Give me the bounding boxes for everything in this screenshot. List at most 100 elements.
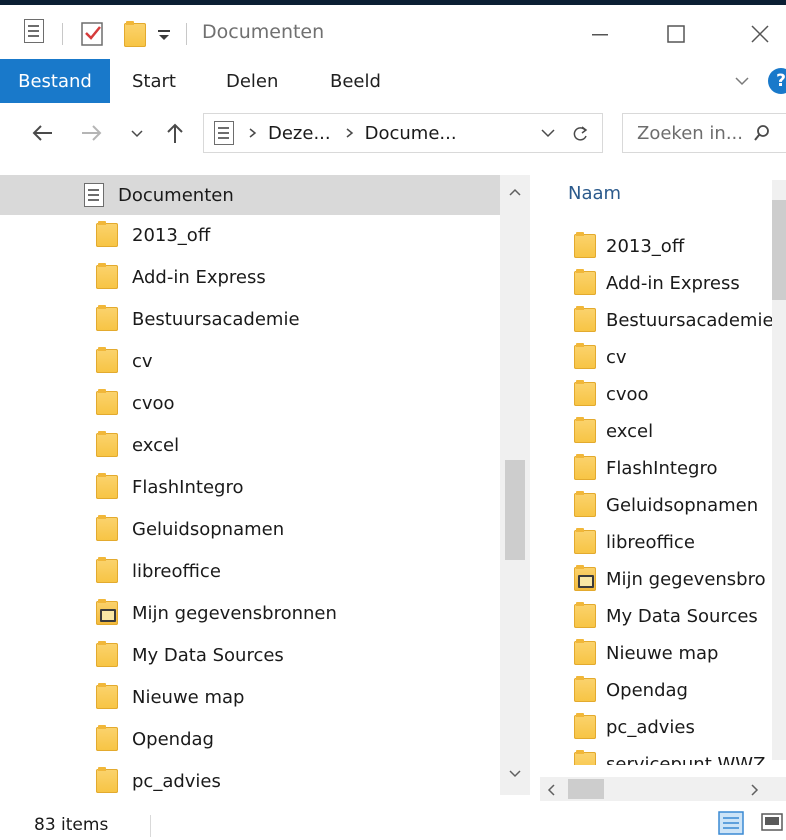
nav-item[interactable]: pc_advies: [96, 761, 221, 801]
breadcrumb-documents[interactable]: Docume...: [365, 123, 457, 144]
up-arrow-icon[interactable]: [164, 121, 186, 145]
nav-item[interactable]: Geluidsopnamen: [96, 509, 284, 549]
folder-icon: [96, 641, 118, 667]
content-scrollbar-thumb[interactable]: [772, 200, 786, 300]
nav-item-label: Bestuursacademie: [132, 308, 300, 330]
nav-item-label: 2013_off: [132, 224, 211, 246]
file-list-item[interactable]: servicepunt WWZ: [574, 747, 765, 765]
file-name: cv: [606, 346, 627, 368]
customize-toolbar-icon[interactable]: [156, 29, 172, 43]
breadcrumb-chevron-icon[interactable]: [248, 127, 258, 139]
file-name: Add-in Express: [606, 272, 740, 294]
nav-item-label: Nieuwe map: [132, 686, 245, 708]
file-list-item[interactable]: cvoo: [574, 377, 649, 411]
large-icons-view-icon[interactable]: [760, 811, 786, 835]
folder-icon: [96, 473, 118, 499]
file-list-item[interactable]: Add-in Express: [574, 266, 740, 300]
nav-item-label: Documenten: [118, 184, 234, 206]
forward-arrow-icon[interactable]: [80, 123, 104, 143]
nav-item-label: libreoffice: [132, 560, 221, 582]
file-list-item[interactable]: excel: [574, 414, 653, 448]
nav-item[interactable]: Mijn gegevensbronnen: [96, 593, 337, 633]
folder-icon: [96, 683, 118, 709]
data-source-folder-icon: [574, 565, 596, 591]
maximize-button[interactable]: [656, 17, 696, 51]
nav-item[interactable]: excel: [96, 425, 179, 465]
file-name: cvoo: [606, 383, 649, 405]
nav-item-label: pc_advies: [132, 770, 221, 792]
status-separator: [150, 815, 151, 837]
file-list-item[interactable]: Mijn gegevensbro: [574, 562, 766, 596]
address-bar[interactable]: Deze... Docume...: [203, 113, 603, 153]
scroll-left-icon[interactable]: [546, 783, 556, 797]
nav-item[interactable]: Bestuursacademie: [96, 299, 300, 339]
folder-icon: [96, 389, 118, 415]
content-horizontal-scrollbar[interactable]: [540, 777, 786, 801]
scroll-down-icon[interactable]: [508, 769, 522, 779]
refresh-icon[interactable]: [570, 124, 590, 144]
file-list-item[interactable]: FlashIntegro: [574, 451, 717, 485]
documents-app-icon[interactable]: [24, 19, 44, 43]
nav-item[interactable]: cvoo: [96, 383, 175, 423]
file-list-item[interactable]: cv: [574, 340, 627, 374]
search-box[interactable]: Zoeken in...: [622, 113, 786, 153]
folder-icon: [574, 269, 596, 295]
close-button[interactable]: [740, 17, 780, 51]
new-folder-icon[interactable]: [124, 21, 146, 47]
column-header-name[interactable]: Naam: [568, 183, 621, 204]
folder-icon: [574, 454, 596, 480]
folder-icon: [574, 491, 596, 517]
nav-item-documenten[interactable]: Documenten: [0, 175, 500, 215]
file-list-item[interactable]: 2013_off: [574, 229, 684, 263]
nav-item[interactable]: 2013_off: [96, 215, 210, 255]
recent-locations-chevron-icon[interactable]: [130, 129, 144, 139]
search-icon[interactable]: [753, 124, 771, 142]
folder-icon: [96, 767, 118, 793]
back-arrow-icon[interactable]: [30, 123, 54, 143]
nav-item[interactable]: libreoffice: [96, 551, 221, 591]
details-view-icon[interactable]: [718, 811, 744, 835]
file-list-item[interactable]: Geluidsopnamen: [574, 488, 758, 522]
tab-bestand[interactable]: Bestand: [0, 59, 110, 103]
tab-beeld[interactable]: Beeld: [330, 59, 381, 103]
nav-scrollbar[interactable]: [500, 175, 530, 795]
file-name: Geluidsopnamen: [606, 494, 759, 516]
file-name: excel: [606, 420, 654, 442]
nav-item-label: Mijn gegevensbronnen: [132, 602, 337, 624]
address-dropdown-icon[interactable]: [540, 128, 556, 140]
documents-location-icon: [214, 121, 234, 145]
tab-delen[interactable]: Delen: [226, 59, 278, 103]
properties-icon[interactable]: [80, 19, 106, 47]
scroll-up-icon[interactable]: [508, 187, 522, 197]
nav-item[interactable]: cv: [96, 341, 153, 381]
content-vertical-scrollbar[interactable]: [772, 180, 786, 760]
file-list-item[interactable]: Nieuwe map: [574, 636, 718, 670]
help-icon[interactable]: ?: [768, 68, 786, 94]
file-name: Nieuwe map: [606, 642, 719, 664]
minimize-button[interactable]: [580, 17, 620, 51]
nav-scrollbar-thumb[interactable]: [505, 460, 525, 560]
nav-item-label: My Data Sources: [132, 644, 284, 666]
nav-item[interactable]: Opendag: [96, 719, 214, 759]
nav-item[interactable]: Add-in Express: [96, 257, 266, 297]
horizontal-scrollbar-thumb[interactable]: [568, 779, 604, 799]
file-name: Opendag: [606, 679, 688, 701]
folder-icon: [96, 221, 118, 247]
file-list-item[interactable]: Bestuursacademie: [574, 303, 774, 337]
folder-icon: [96, 305, 118, 331]
file-list-item[interactable]: My Data Sources: [574, 599, 758, 633]
nav-item[interactable]: My Data Sources: [96, 635, 284, 675]
breadcrumb-this-pc[interactable]: Deze...: [268, 123, 331, 144]
maximize-icon: [667, 25, 685, 43]
scroll-right-icon[interactable]: [750, 783, 760, 797]
separator: [62, 23, 63, 45]
nav-item[interactable]: FlashIntegro: [96, 467, 243, 507]
file-list-item[interactable]: pc_advies: [574, 710, 695, 744]
expand-ribbon-icon[interactable]: [734, 76, 750, 88]
folder-icon: [574, 380, 596, 406]
file-list-item[interactable]: libreoffice: [574, 525, 695, 559]
file-list-item[interactable]: Opendag: [574, 673, 688, 707]
tab-start[interactable]: Start: [132, 59, 176, 103]
breadcrumb-chevron-icon[interactable]: [345, 127, 355, 139]
nav-item[interactable]: Nieuwe map: [96, 677, 244, 717]
